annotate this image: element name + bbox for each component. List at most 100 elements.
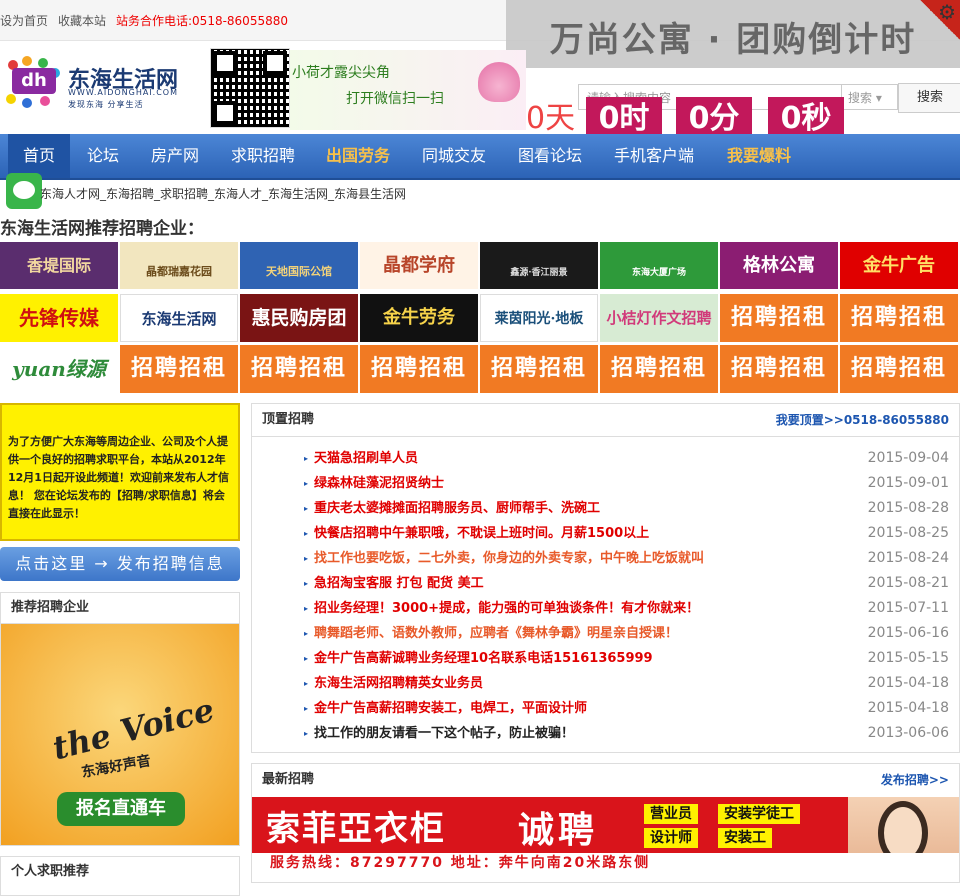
set-home-link[interactable]: 设为首页 [0, 12, 48, 29]
job-title-link[interactable]: 绿森林硅藻泥招贤纳士 [314, 471, 444, 496]
post-job-button[interactable]: 点击这里 → 发布招聘信息 [0, 547, 240, 581]
panel-title: 顶置招聘 [262, 412, 315, 427]
nav-photo-forum[interactable]: 图看论坛 [510, 134, 590, 178]
settings-corner[interactable]: ⚙ [920, 0, 960, 40]
personal-box-title: 个人求职推荐 [11, 864, 90, 879]
bullet-icon: ▸ [304, 629, 309, 638]
voice-signup-button[interactable]: 报名直通车 [57, 792, 185, 826]
nav-dating[interactable]: 同城交友 [414, 134, 494, 178]
company-logo[interactable]: yuan绿源 [0, 345, 118, 393]
recruit-tile[interactable]: 招聘招租 [720, 294, 838, 342]
nav-forum[interactable]: 论坛 [80, 134, 126, 178]
bullet-icon: ▸ [304, 479, 309, 488]
side-box-title: 推荐招聘企业 [1, 593, 239, 624]
logo-url: WWW.AIDONGHAI.COM [68, 88, 179, 97]
site-logo[interactable]: dh 东海生活网 WWW.AIDONGHAI.COM 发现东海 分享生活 [4, 56, 200, 114]
banner-footer: 服务热线：87297770 地址：奔牛向南20米路东侧 [252, 853, 959, 874]
job-list: ▸ 天猫急招刷单人员 2015-09-04 ▸ 绿森林硅藻泥招贤纳士 2015-09-01… [252, 446, 959, 746]
recruit-tile[interactable]: 招聘招租 [360, 345, 478, 393]
job-title-link[interactable]: 找工作也要吃饭，二七外卖，你身边的外卖专家，中午晚上吃饭就叫 [314, 546, 704, 571]
job-row[interactable]: ▸ 快餐店招聘中午兼职哦，不耽误上班时间。月薪1500以上 2015-08-25 [252, 521, 959, 546]
company-logo[interactable]: 东海大厦广场 [600, 242, 718, 289]
bullet-icon: ▸ [304, 729, 309, 738]
job-row[interactable]: ▸ 聘舞蹈老师、语数外教师，应聘者《舞林争霸》明星亲自授课！ 2015-06-16 [252, 621, 959, 646]
company-logo[interactable]: 金牛劳务 [360, 294, 478, 342]
job-date: 2015-04-18 [867, 675, 949, 691]
voice-donghai-ad[interactable]: the Voice 东海好声音 报名直通车 [1, 624, 239, 845]
job-row[interactable]: ▸ 急招淘宝客服 打包 配货 美工 2015-08-21 [252, 571, 959, 596]
countdown-banner[interactable]: 万尚公寓 · 团购倒计时 [506, 0, 960, 68]
company-logo[interactable]: 天地国际公馆 [240, 242, 358, 289]
sofia-wardrobe-banner[interactable]: 索菲亞衣柜 诚聘 营业员 安装学徒工 设计师 安装工 服务热线：87297770… [252, 797, 959, 874]
job-date: 2015-05-15 [867, 650, 949, 666]
nav-home[interactable]: 首页 [8, 134, 70, 178]
job-date: 2015-08-25 [867, 525, 949, 541]
nav-jobs[interactable]: 求职招聘 [224, 134, 302, 178]
post-job-link[interactable]: 发布招聘>> [881, 764, 949, 796]
job-date: 2015-09-01 [867, 475, 949, 491]
job-title-link[interactable]: 重庆老太婆摊摊面招聘服务员、厨师帮手、洗碗工 [314, 496, 600, 521]
wechat-promo: 小荷才露尖尖角 打开微信扫一扫 [290, 50, 526, 130]
job-title-link[interactable]: 找工作的朋友请看一下这个帖子，防止被骗！ [314, 721, 574, 746]
job-date: 2015-04-18 [867, 700, 949, 716]
company-logo[interactable]: 金牛广告 [840, 242, 958, 289]
recruit-tile[interactable]: 招聘招租 [840, 294, 958, 342]
banner-tag: 安装学徒工 [718, 804, 800, 824]
recruit-notice: 为了方便广大东海等周边企业、公司及个人提供一个良好的招聘求职平台，本站从2012… [0, 403, 240, 541]
wechat-icon[interactable] [6, 173, 42, 209]
company-logo[interactable]: 鑫源·香江丽景 [480, 242, 598, 289]
recruit-tile[interactable]: 招聘招租 [240, 345, 358, 393]
job-title-link[interactable]: 急招淘宝客服 打包 配货 美工 [314, 571, 484, 596]
company-logo[interactable]: 晶都瑞嘉花园 [120, 242, 238, 289]
company-logo[interactable]: 晶都学府 [360, 242, 478, 289]
logo-dh-text: dh [12, 68, 56, 94]
job-title-link[interactable]: 金牛广告高薪招聘安装工，电焊工，平面设计师 [314, 696, 587, 721]
job-date: 2015-07-11 [867, 600, 949, 616]
company-logo[interactable]: 东海生活网 [120, 294, 238, 342]
company-logo[interactable]: 格林公寓 [720, 242, 838, 289]
recruit-tile[interactable]: 招聘招租 [120, 345, 238, 393]
recruit-tile[interactable]: 招聘招租 [600, 345, 718, 393]
job-title-link[interactable]: 快餐店招聘中午兼职哦，不耽误上班时间。月薪1500以上 [314, 521, 649, 546]
search-scope-select[interactable]: 搜索 ▾ [842, 84, 898, 110]
job-row[interactable]: ▸ 招业务经理！3000+提成，能力强的可单独谈条件！有才你就来！ 2015-07-… [252, 596, 959, 621]
company-logo[interactable]: 小桔灯作文招聘 [600, 294, 718, 342]
nav-overseas-labor[interactable]: 出国劳务 [318, 134, 398, 178]
job-title-link[interactable]: 东海生活网招聘精英女业务员 [314, 671, 483, 696]
pin-job-link[interactable]: 我要顶置>>0518-86055880 [776, 404, 949, 436]
job-row[interactable]: ▸ 重庆老太婆摊摊面招聘服务员、厨师帮手、洗碗工 2015-08-28 [252, 496, 959, 521]
company-logo[interactable]: 莱茵阳光·地板 [480, 294, 598, 342]
job-date: 2015-09-04 [867, 450, 949, 466]
recruit-tile[interactable]: 招聘招租 [480, 345, 598, 393]
bullet-icon: ▸ [304, 679, 309, 688]
company-logo[interactable]: 惠民购房团 [240, 294, 358, 342]
job-title-link[interactable]: 天猫急招刷单人员 [314, 446, 418, 471]
logo-slogan: 发现东海 分享生活 [68, 100, 144, 109]
company-logo[interactable]: 先锋传媒 [0, 294, 118, 342]
bookmark-link[interactable]: 收藏本站 [58, 12, 106, 29]
recruit-tile[interactable]: 招聘招租 [720, 345, 838, 393]
job-row[interactable]: ▸ 天猫急招刷单人员 2015-09-04 [252, 446, 959, 471]
job-row[interactable]: ▸ 绿森林硅藻泥招贤纳士 2015-09-01 [252, 471, 959, 496]
recruit-tile[interactable]: 招聘招租 [840, 345, 958, 393]
pinned-jobs-panel: 顶置招聘 我要顶置>>0518-86055880 ▸ 天猫急招刷单人员 2015-0… [251, 403, 960, 753]
nav-report-news[interactable]: 我要爆料 [718, 134, 800, 178]
job-row[interactable]: ▸ 金牛广告高薪诚聘业务经理10名联系电话15161365999 2015-05-1… [252, 646, 959, 671]
job-date: 2015-06-16 [867, 625, 949, 641]
nav-mobile-client[interactable]: 手机客户端 [606, 134, 702, 178]
qr-code [210, 48, 290, 128]
job-row[interactable]: ▸ 找工作也要吃饭，二七外卖，你身边的外卖专家，中午晚上吃饭就叫 2015-08-2… [252, 546, 959, 571]
bullet-icon: ▸ [304, 554, 309, 563]
job-title-link[interactable]: 金牛广告高薪诚聘业务经理10名联系电话15161365999 [314, 646, 653, 671]
search-button[interactable]: 搜索 [898, 83, 960, 113]
job-row[interactable]: ▸ 东海生活网招聘精英女业务员 2015-04-18 [252, 671, 959, 696]
nav-realestate[interactable]: 房产网 [142, 134, 208, 178]
company-logo[interactable]: 香堤国际 [0, 242, 118, 289]
job-row[interactable]: ▸ 金牛广告高薪招聘安装工，电焊工，平面设计师 2015-04-18 [252, 696, 959, 721]
job-title-link[interactable]: 招业务经理！3000+提成，能力强的可单独谈条件！有才你就来！ [314, 596, 699, 621]
bullet-icon: ▸ [304, 704, 309, 713]
promo-line2: 打开微信扫一扫 [346, 91, 444, 107]
job-title-link[interactable]: 聘舞蹈老师、语数外教师，应聘者《舞林争霸》明星亲自授课！ [314, 621, 678, 646]
job-row[interactable]: ▸ 找工作的朋友请看一下这个帖子，防止被骗！ 2013-06-06 [252, 721, 959, 746]
banner-tag: 营业员 [644, 804, 698, 824]
